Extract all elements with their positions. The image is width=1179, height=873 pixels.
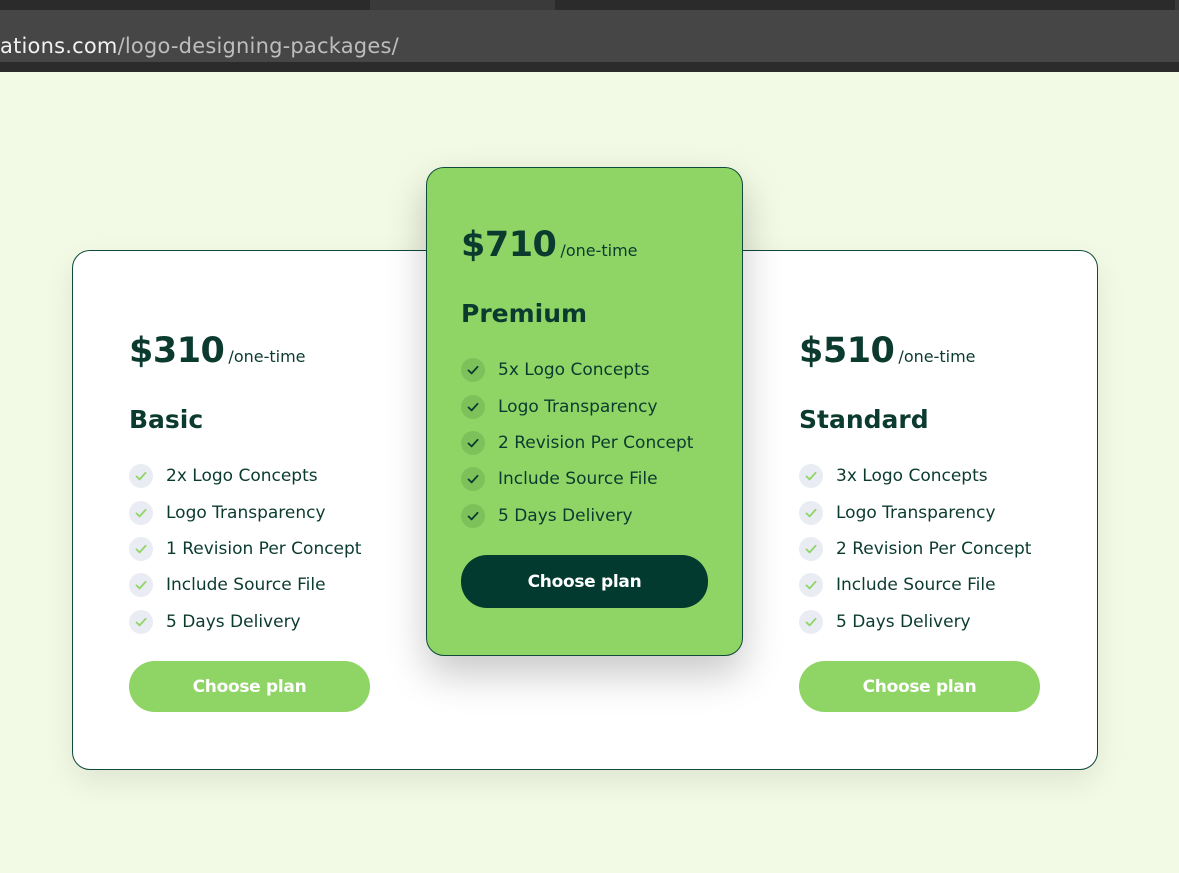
feature-list: 2x Logo Concepts Logo Transparency 1 Revis… [129,458,361,640]
browser-tab-strip [0,0,1179,10]
feature-item: Include Source File [799,567,1031,603]
feature-item: 1 Revision Per Concept [129,531,361,567]
feature-label: 5 Days Delivery [498,505,633,526]
plan-name: Basic [129,405,204,434]
plan-period: /one-time [898,347,976,366]
feature-label: Logo Transparency [166,502,326,523]
browser-tab[interactable] [0,0,370,10]
feature-label: 5 Days Delivery [166,611,301,632]
check-icon [799,500,823,525]
feature-item: 2x Logo Concepts [129,458,361,494]
address-bar-url: ations.com/logo-designing-packages/ [0,34,399,58]
price-row: $510/one-time [799,331,976,371]
feature-list: 3x Logo Concepts Logo Transparency 2 Revis… [799,458,1031,640]
feature-label: Include Source File [166,575,326,596]
feature-item: Logo Transparency [799,494,1031,530]
feature-item: Logo Transparency [461,388,693,424]
feature-label: 2 Revision Per Concept [836,538,1032,559]
browser-toolbar: ations.com/logo-designing-packages/ [0,0,1179,72]
check-icon [799,464,823,489]
plan-name: Standard [799,405,929,434]
address-bar[interactable]: ations.com/logo-designing-packages/ [0,10,1179,62]
feature-item: Logo Transparency [129,494,361,530]
check-icon [461,430,485,455]
plan-price: $710 [461,225,557,265]
feature-item: 5 Days Delivery [799,604,1031,640]
check-icon [129,464,153,489]
price-row: $710/one-time [461,225,638,265]
check-icon [799,609,823,634]
feature-list: 5x Logo Concepts Logo Transparency 2 Revis… [461,352,693,534]
browser-tab[interactable] [555,0,1175,10]
check-icon [129,573,153,598]
feature-item: 5x Logo Concepts [461,352,693,388]
check-icon [461,467,485,492]
plan-name: Premium [461,299,588,328]
feature-item: 2 Revision Per Concept [799,531,1031,567]
feature-item: 3x Logo Concepts [799,458,1031,494]
feature-label: Logo Transparency [836,502,996,523]
feature-label: 2x Logo Concepts [166,466,318,487]
feature-item: 2 Revision Per Concept [461,425,693,461]
check-icon [799,536,823,561]
feature-label: Include Source File [836,575,996,596]
choose-plan-button-basic[interactable]: Choose plan [129,661,370,712]
feature-label: 3x Logo Concepts [836,466,988,487]
choose-plan-button-premium[interactable]: Choose plan [461,555,708,608]
check-icon [129,536,153,561]
check-icon [799,573,823,598]
feature-label: 1 Revision Per Concept [166,538,362,559]
feature-item: Include Source File [461,461,693,497]
check-icon [461,358,485,383]
feature-item: Include Source File [129,567,361,603]
choose-plan-button-standard[interactable]: Choose plan [799,661,1040,712]
plan-period: /one-time [560,241,638,260]
feature-item: 5 Days Delivery [461,498,693,534]
check-icon [129,500,153,525]
price-row: $310/one-time [129,331,306,371]
feature-label: 2 Revision Per Concept [498,432,694,453]
plan-period: /one-time [228,347,306,366]
feature-label: Logo Transparency [498,396,658,417]
check-icon [129,609,153,634]
plan-price: $310 [129,331,225,371]
check-icon [461,394,485,419]
check-icon [461,503,485,528]
feature-label: 5x Logo Concepts [498,360,650,381]
feature-label: Include Source File [498,469,658,490]
plan-price: $510 [799,331,895,371]
feature-label: 5 Days Delivery [836,611,971,632]
feature-item: 5 Days Delivery [129,604,361,640]
